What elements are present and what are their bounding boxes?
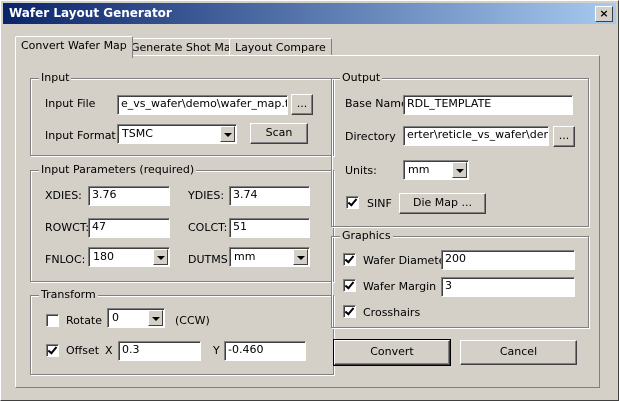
- window-title: Wafer Layout Generator: [9, 6, 172, 20]
- directory-browse-button[interactable]: ...: [553, 126, 575, 147]
- rowct-field[interactable]: 47: [88, 218, 170, 238]
- tab-convert-wafer-map[interactable]: Convert Wafer Map: [15, 36, 133, 58]
- input-format-select[interactable]: TSMC: [117, 124, 237, 144]
- dutms-label: DUTMS:: [188, 253, 232, 266]
- offset-y-field[interactable]: -0.460: [224, 341, 306, 361]
- colct-field[interactable]: 51: [229, 218, 310, 238]
- wafer-diameter-label: Wafer Diameter: [363, 254, 450, 267]
- offset-y-label: Y: [213, 344, 220, 357]
- rotate-value: 0: [112, 311, 119, 324]
- rotate-unit-label: (CCW): [175, 314, 210, 327]
- die-map-button[interactable]: Die Map ...: [399, 193, 486, 214]
- input-parameters-legend: Input Parameters (required): [39, 163, 197, 176]
- fnloc-value: 180: [93, 250, 114, 263]
- offset-checkbox[interactable]: [46, 344, 59, 357]
- graphics-legend: Graphics: [340, 229, 393, 242]
- fnloc-label: FNLOC:: [45, 253, 86, 266]
- input-file-field[interactable]: e_vs_wafer\demo\wafer_map.txt: [117, 95, 288, 115]
- rowct-label: ROWCT:: [45, 221, 90, 234]
- input-format-value: TSMC: [122, 127, 153, 140]
- units-select[interactable]: mm: [403, 160, 469, 180]
- offset-label: Offset: [66, 344, 100, 357]
- chevron-down-icon[interactable]: [452, 162, 467, 178]
- crosshairs-checkbox[interactable]: [343, 305, 356, 318]
- input-file-label: Input File: [45, 97, 96, 110]
- units-label: Units:: [345, 164, 377, 177]
- dutms-value: mm: [234, 250, 256, 263]
- input-browse-button[interactable]: ...: [291, 94, 313, 115]
- input-legend: Input: [39, 71, 72, 84]
- offset-x-label: X: [105, 344, 113, 357]
- dutms-select[interactable]: mm: [229, 247, 310, 267]
- convert-button[interactable]: Convert: [333, 339, 451, 366]
- wafer-margin-field[interactable]: 3: [441, 277, 575, 297]
- colct-label: COLCT:: [188, 221, 228, 234]
- close-button[interactable]: ×: [595, 6, 613, 22]
- rotate-checkbox[interactable]: [46, 314, 59, 327]
- chevron-down-icon[interactable]: [153, 249, 168, 265]
- directory-field[interactable]: erter\reticle_vs_wafer\demo: [403, 126, 549, 146]
- rotate-label: Rotate: [66, 314, 103, 327]
- base-name-label: Base Name: [345, 97, 408, 110]
- fnloc-select[interactable]: 180: [88, 247, 170, 267]
- ydies-label: YDIES:: [188, 189, 225, 202]
- units-value: mm: [408, 163, 430, 176]
- input-format-label: Input Format: [45, 129, 116, 142]
- directory-label: Directory: [345, 130, 396, 143]
- tab-panel: Input Input File e_vs_wafer\demo\wafer_m…: [15, 55, 600, 388]
- chevron-down-icon[interactable]: [293, 249, 308, 265]
- wafer-diameter-field[interactable]: 200: [441, 250, 575, 270]
- offset-x-field[interactable]: 0.3: [118, 341, 201, 361]
- rotate-select[interactable]: 0: [107, 308, 165, 328]
- xdies-label: XDIES:: [45, 189, 82, 202]
- transform-legend: Transform: [39, 288, 98, 301]
- title-bar[interactable]: Wafer Layout Generator ×: [3, 3, 616, 24]
- input-group: Input: [30, 71, 334, 156]
- xdies-field[interactable]: 3.76: [88, 186, 170, 206]
- sinf-label: SINF: [367, 197, 392, 210]
- chevron-down-icon[interactable]: [220, 126, 235, 142]
- base-name-field[interactable]: RDL_TEMPLATE: [403, 95, 573, 115]
- wafer-margin-checkbox[interactable]: [343, 279, 356, 292]
- transform-group: Transform: [30, 288, 334, 375]
- chevron-down-icon[interactable]: [148, 310, 163, 326]
- ydies-field[interactable]: 3.74: [229, 186, 310, 206]
- wafer-margin-label: Wafer Margin: [363, 280, 437, 293]
- crosshairs-label: Crosshairs: [363, 306, 421, 319]
- scan-button[interactable]: Scan: [250, 123, 308, 144]
- sinf-checkbox[interactable]: [346, 196, 359, 209]
- wafer-diameter-checkbox[interactable]: [343, 253, 356, 266]
- output-legend: Output: [340, 71, 383, 84]
- app-window: Wafer Layout Generator × Convert Wafer M…: [0, 0, 619, 401]
- cancel-button[interactable]: Cancel: [460, 340, 577, 365]
